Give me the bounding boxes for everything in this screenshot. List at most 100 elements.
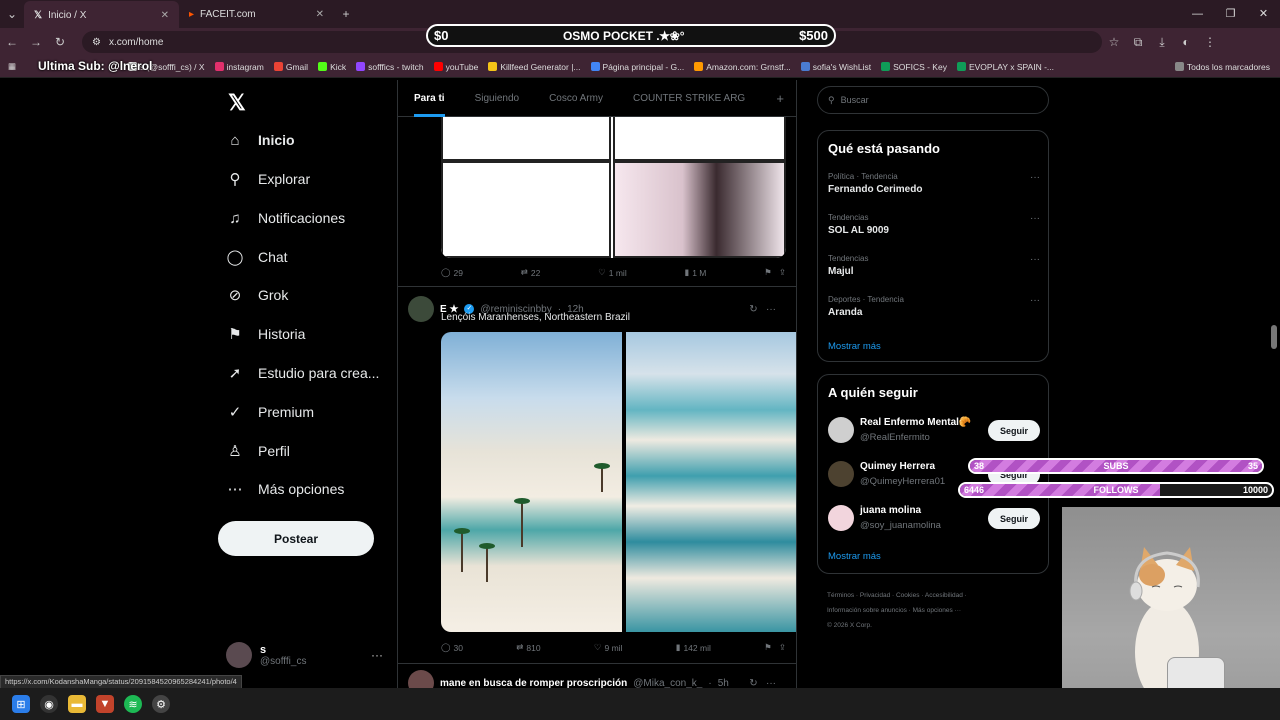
who-to-follow-card: A quién seguir Real Enfermo Mental🥐 @Rea… [817,374,1049,574]
show-more-link[interactable]: Mostrar más [828,551,881,562]
forward-icon[interactable]: → [24,35,48,49]
trend-item[interactable]: Tendencias Majul ··· [828,254,1040,277]
manga-image[interactable] [441,117,786,258]
post-button[interactable]: Postear [218,521,374,556]
chart-icon: ▮ [684,267,690,277]
avatar[interactable] [408,296,434,322]
file-explorer-icon[interactable]: ▬ [68,695,86,713]
tweet-image-lagoons[interactable] [626,332,796,632]
search-icon: ⚲ [828,94,835,105]
trends-title: Qué está pasando [828,141,940,156]
more-icon[interactable]: ··· [1030,213,1040,224]
trend-item[interactable]: Política · Tendencia Fernando Cerimedo ··… [828,172,1040,195]
nav-historia[interactable]: ⚑ Historia [226,322,305,346]
nav-explorar[interactable]: ⚲ Explorar [226,167,311,191]
show-more-link[interactable]: Mostrar más [828,341,881,352]
more-icon[interactable]: ↻ ··· [749,304,776,315]
follow-suggestion[interactable]: juana molina @soy_juanamolina Seguir [828,503,1040,533]
tab-faceit[interactable]: ▸ FACEIT.com ✕ [179,0,334,28]
extensions-icon[interactable]: ⧉ [1126,35,1150,50]
bookmark-item[interactable]: sofffics - twitch [356,62,424,72]
minimize-icon[interactable]: — [1181,0,1214,28]
nav-estudio[interactable]: ➚ Estudio para crea... [226,361,380,385]
bookmark-item[interactable]: Kick [318,62,346,72]
profile-icon[interactable]: ◐ [1174,35,1198,49]
bookmark-item[interactable]: Amazon.com: Grnstf... [694,62,791,72]
more-icon[interactable]: ··· [1030,254,1040,265]
bookmark-item[interactable]: youTube [433,62,478,72]
star-icon[interactable]: ☆ [1102,35,1126,49]
reload-icon[interactable]: ↻ [48,35,72,49]
bookmark-item[interactable]: instagram [214,62,264,72]
avatar[interactable] [408,670,434,688]
bookmark-item[interactable]: Killfeed Generator |... [488,62,581,72]
reply-button[interactable]: ◯ 30 [441,642,463,653]
trend-item[interactable]: Deportes · Tendencia Aranda ··· [828,295,1040,318]
more-icon[interactable]: ↻ ··· [749,678,776,689]
tweet-handle[interactable]: @Mika_con_k_ [633,678,702,689]
tweet-time[interactable]: 5h [718,678,729,689]
account-switcher[interactable]: s @sofffi_cs ··· [226,642,383,668]
follow-suggestion[interactable]: Real Enfermo Mental🥐 @RealEnfermito Segu… [828,415,1040,445]
back-icon[interactable]: ← [0,35,24,49]
nav-inicio[interactable]: ⌂ Inicio [226,128,294,152]
manga-panel [441,161,611,258]
spotify-icon[interactable]: ≋ [124,695,142,713]
like-button[interactable]: ♡ 9 mil [594,642,623,653]
nav-grok[interactable]: ⊘ Grok [226,283,289,307]
bookmark-item[interactable]: SOFICS - Key [881,62,947,72]
chrome-icon[interactable]: ◉ [40,695,58,713]
search-input[interactable]: ⚲ Buscar [817,86,1049,114]
tweet-text: Lençóis Maranhenses, Northeastern Brazil [441,312,630,323]
close-tab-icon[interactable]: ✕ [316,9,324,20]
new-tab-icon[interactable]: + [334,7,358,21]
more-icon[interactable]: ··· [1030,295,1040,306]
nav-premium[interactable]: ✓ Premium [226,400,314,424]
nav-perfil[interactable]: ♙ Perfil [226,439,290,463]
tab-para-ti[interactable]: Para ti [414,93,445,117]
follow-button[interactable]: Seguir [988,420,1040,441]
x-logo-icon[interactable]: 𝕏 [228,90,246,116]
menu-icon[interactable]: ⋮ [1198,35,1222,49]
tweet-author[interactable]: mane en busca de romper proscripción [440,678,627,689]
bookmark-icon[interactable]: ⚑ ⇪ [764,642,786,653]
tab-siguiendo[interactable]: Siguiendo [475,93,519,104]
tab-counter-strike-arg[interactable]: COUNTER STRIKE ARG [633,93,745,104]
views-button[interactable]: ▮ 142 mil [676,642,711,653]
close-tab-icon[interactable]: ✕ [161,10,169,21]
avatar [828,505,854,531]
bookmark-icon: ⚑ [228,326,242,343]
site-info-icon[interactable]: ⚙ [92,37,101,48]
scrollbar[interactable] [1271,325,1277,349]
download-icon[interactable]: ⤓ [1150,35,1174,50]
tab-x-home[interactable]: 𝕏 Inicio / X ✕ [24,1,179,29]
brave-icon[interactable]: ▼ [96,695,114,713]
follow-button[interactable]: Seguir [988,508,1040,529]
bookmark-icon[interactable]: ⚑ ⇪ [764,267,786,278]
like-button[interactable]: ♡ 1 mil [598,267,627,278]
restore-icon[interactable]: ❐ [1214,0,1247,28]
trend-item[interactable]: Tendencias SOL AL 9009 ··· [828,213,1040,236]
tab-search-icon[interactable]: ⌄ [0,7,24,21]
bookmark-item[interactable]: Gmail [273,62,308,72]
nav-mas-opciones[interactable]: ⋯ Más opciones [226,477,345,501]
add-tab-icon[interactable]: + [776,91,784,106]
nav-notificaciones[interactable]: ♫ Notificaciones [226,206,345,230]
search-placeholder: Buscar [840,95,869,105]
bookmark-item[interactable]: EVOPLAY x SPAIN -... [956,62,1054,72]
all-bookmarks[interactable]: Todos los marcadores [1174,62,1270,72]
nav-chat[interactable]: ◯ Chat [226,245,288,269]
tweet-image-dunes[interactable] [441,332,622,632]
bookmark-item[interactable]: sofia's WishList [800,62,871,72]
windows-start-icon[interactable]: ⊞ [12,695,30,713]
tab-cosco-army[interactable]: Cosco Army [549,93,603,104]
steam-icon[interactable]: ⚙ [152,695,170,713]
repost-button[interactable]: ⇄ 22 [521,267,541,278]
more-icon[interactable]: ··· [371,648,383,662]
bookmark-item[interactable]: Página principal - G... [590,62,684,72]
repost-button[interactable]: ⇄ 810 [516,642,540,653]
more-icon[interactable]: ··· [1030,172,1040,183]
close-window-icon[interactable]: ✕ [1247,0,1280,28]
reply-button[interactable]: ◯ 29 [441,267,463,278]
views-button[interactable]: ▮ 1 M [685,267,707,278]
